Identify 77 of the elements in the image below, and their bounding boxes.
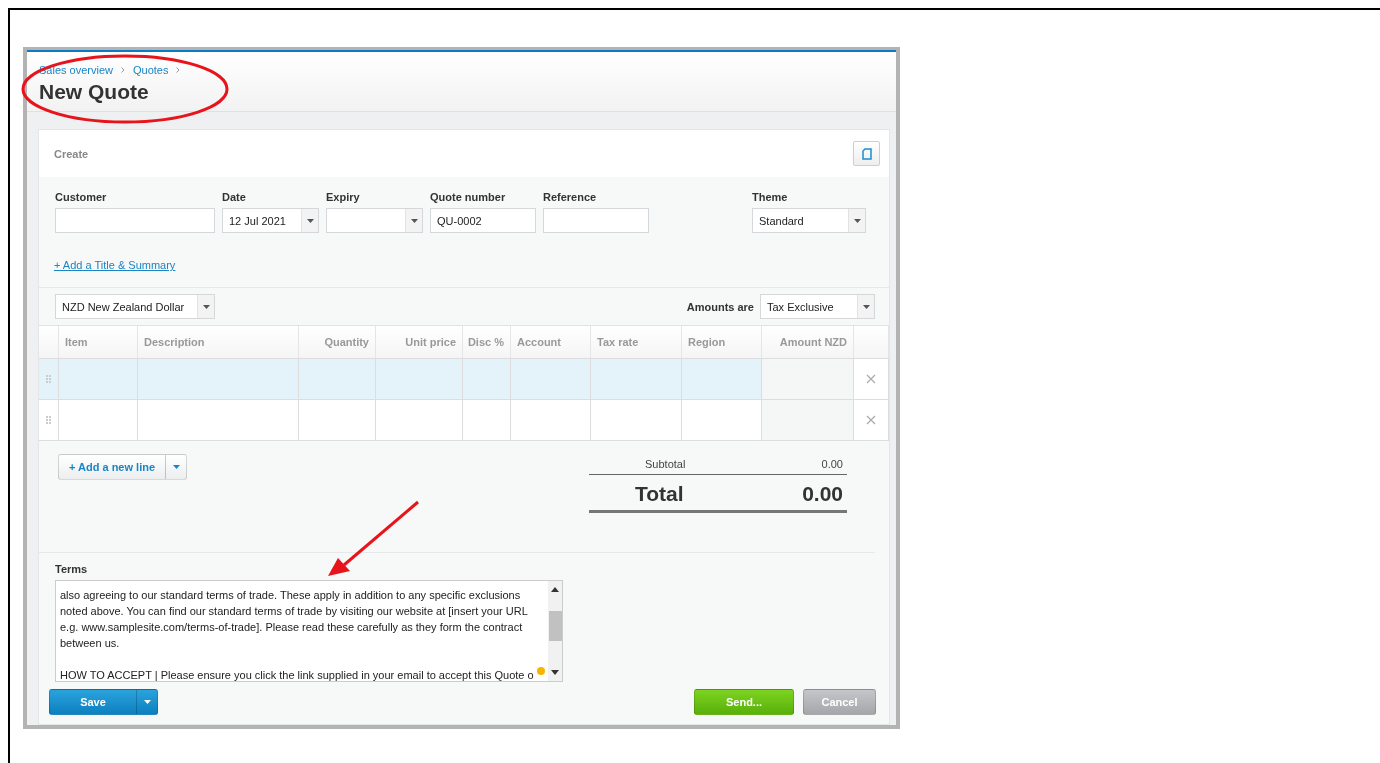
currency-dropdown[interactable]: NZD New Zealand Dollar [55,294,215,319]
column-header: Quantity [299,326,376,359]
caret-icon [202,304,210,309]
field-label: Expiry [326,191,361,203]
close-icon[interactable] [866,415,876,425]
close-icon[interactable] [866,374,876,384]
dropdown-field[interactable]: 12 Jul 2021 [222,208,319,233]
column-header: Disc % [463,326,511,359]
input-field[interactable] [55,208,215,233]
terms-paragraph: also agreeing to our standard terms of trade. These apply in addition to any specific exclusions noted above. You can find our standard terms of trade by visiting our website at [insert your URL e.g. www.samplesite.com/terms-of-trade]. Please read these carefully as they form the contract between us. [60,588,528,651]
dropdown-field[interactable] [326,208,423,233]
table-cell[interactable] [682,400,762,441]
field-label: Reference [543,191,598,203]
column-header: Item [59,326,138,359]
send-button[interactable]: Send... [694,689,794,715]
scrollbar[interactable] [547,581,562,681]
table-cell[interactable] [138,359,299,400]
amounts-label: Amounts are [686,300,754,313]
scroll-up-icon[interactable] [550,587,559,592]
amounts-dropdown[interactable]: Tax Exclusive [760,294,875,319]
table-cell[interactable] [299,400,376,441]
scroll-thumb[interactable] [548,611,562,641]
breadcrumb-link[interactable]: Quotes [133,64,169,76]
table-cell[interactable] [59,400,138,441]
caret-icon [306,218,314,223]
table-cell[interactable] [762,359,854,400]
table-cell[interactable] [376,400,463,441]
caret-icon [172,465,180,469]
table-cell[interactable] [463,359,511,400]
table-cell[interactable] [376,359,463,400]
total-value: 0.00 [802,482,843,506]
caret-icon [410,218,418,223]
column-header: Description [138,326,299,359]
total-label: Total [635,482,684,506]
subtotal-value: 0.00 [821,458,843,470]
input-field[interactable] [543,208,649,233]
field-label: Theme [752,191,789,203]
dropdown-field[interactable]: Standard [752,208,866,233]
table-cell[interactable] [299,359,376,400]
table-cell[interactable] [463,400,511,441]
drag-handle-icon[interactable] [46,374,51,384]
table-cell[interactable] [591,400,682,441]
caret-icon [862,304,870,309]
drag-handle-icon[interactable] [46,415,51,425]
add-title-link[interactable]: + Add a Title & Summary [54,259,176,271]
caret-icon [853,218,861,223]
table-cell[interactable] [138,400,299,441]
scroll-down-icon[interactable] [550,670,559,675]
field-label: Date [222,191,247,203]
terms-textarea[interactable] [55,580,563,682]
input-field[interactable]: QU-0002 [430,208,536,233]
caret-icon [143,700,151,704]
column-header: Unit price [376,326,463,359]
field-label: Quote number [430,191,507,203]
column-header: Amount NZD [762,326,854,359]
status-dot-icon [537,667,545,675]
column-header: Region [682,326,762,359]
column-header: Tax rate [591,326,682,359]
table-cell[interactable] [682,359,762,400]
field-label: Customer [55,191,108,203]
table-cell[interactable] [762,400,854,441]
card-title: Create [54,147,89,160]
chevron-icon [121,67,125,73]
save-button[interactable]: Save [49,689,158,715]
document-button[interactable] [853,141,880,166]
document-icon [861,147,872,160]
table-cell[interactable] [511,359,591,400]
terms-paragraph: HOW TO ACCEPT | Please ensure you click the link supplied in your email to accept this Quote o [60,668,534,681]
table-cell[interactable] [511,400,591,441]
column-header: Account [511,326,591,359]
terms-label: Terms [55,563,89,575]
chevron-icon [176,67,181,73]
page-title: New Quote [39,80,150,104]
table-cell[interactable] [59,359,138,400]
subtotal-label: Subtotal [645,458,686,470]
table-cell[interactable] [591,359,682,400]
add-line-button[interactable]: + Add a new line [58,454,187,480]
